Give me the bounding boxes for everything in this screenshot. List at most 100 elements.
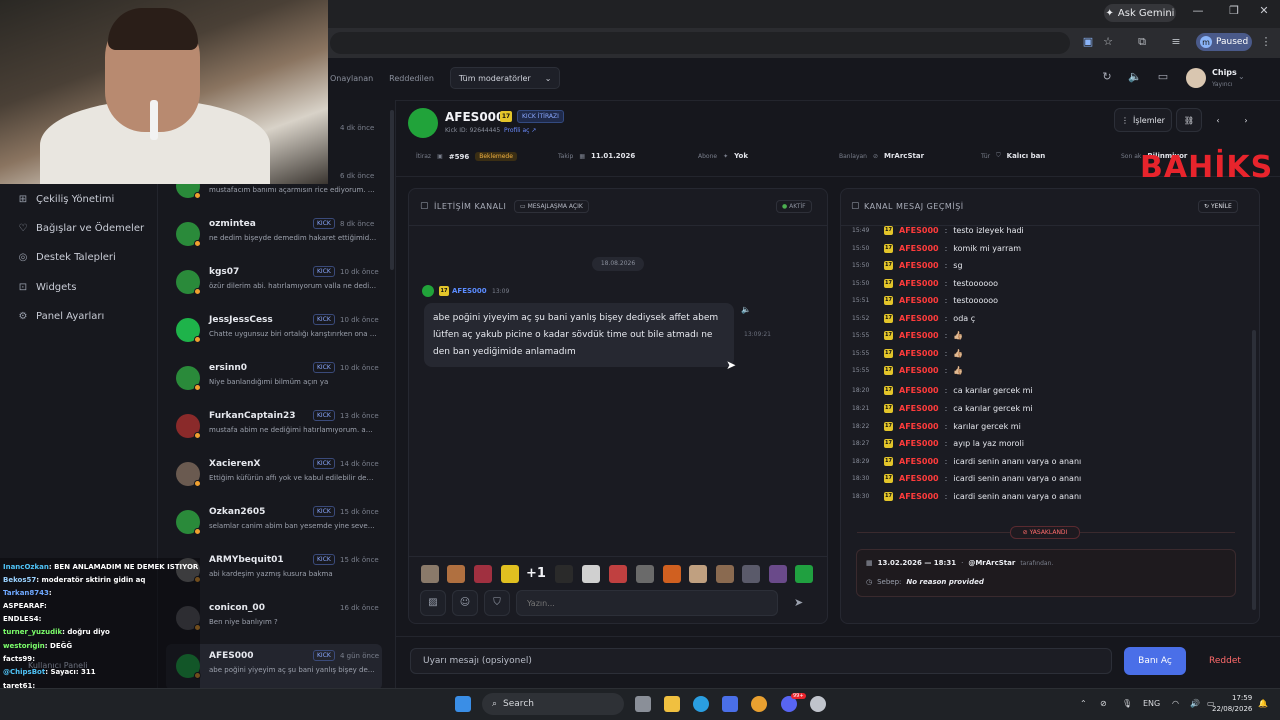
emote-more-count[interactable]: +1 (526, 566, 546, 581)
chevron-down-icon[interactable]: ⌄ (1238, 72, 1245, 81)
appeal-time: 13 dk önce (340, 412, 379, 420)
language-indicator[interactable]: ENG (1143, 699, 1160, 708)
history-row: 15:55 17 AFES000: 👍🏼 (852, 366, 964, 375)
emote-icon[interactable] (609, 565, 627, 583)
file-explorer-icon[interactable] (664, 696, 680, 712)
list-scrollbar[interactable] (390, 110, 394, 270)
profile-paused-button[interactable]: m Paused (1196, 33, 1252, 51)
avatar (176, 270, 201, 295)
minimize-icon[interactable]: — (1188, 4, 1208, 22)
filter-approved-tab[interactable]: Onaylanan (330, 74, 373, 83)
list-item[interactable]: XacierenX KICK 14 dk önce Ettiğim küfürün a… (166, 452, 382, 498)
chat-icon[interactable]: ▭ (1154, 70, 1172, 88)
chrome-icon[interactable] (751, 696, 767, 712)
history-scrollbar[interactable] (1252, 330, 1256, 610)
emote-icon[interactable] (501, 565, 519, 583)
gift-icon: ⊞ (18, 193, 28, 205)
profile-name: AFES000 (445, 110, 505, 124)
list-item[interactable]: ozmintea KICK 8 dk önce ne dedim bişeyde de… (166, 212, 382, 258)
profile-link[interactable]: Profili aç (504, 127, 530, 134)
taskbar-search[interactable]: ⌕ Search (482, 693, 624, 715)
wifi-icon[interactable]: ◠ (1172, 699, 1179, 708)
reject-button[interactable]: Reddet (1196, 647, 1254, 675)
image-upload-button[interactable]: ▨ (420, 590, 446, 616)
emote-icon[interactable] (421, 565, 439, 583)
appeal-preview: özür dilerim abi. hatırlamıyorum valla n… (209, 282, 377, 290)
emote-icon[interactable] (769, 565, 787, 583)
sidebar-item-support[interactable]: ◎ Destek Talepleri (18, 249, 116, 265)
chevron-up-icon[interactable]: ⌃ (1080, 699, 1087, 708)
sidebar-item-donations[interactable]: ♡ Bağışlar ve Ödemeler (18, 220, 145, 236)
windows-start-icon[interactable] (455, 696, 471, 712)
emote-icon[interactable] (447, 565, 465, 583)
emote-icon[interactable] (582, 565, 600, 583)
store-icon[interactable] (722, 696, 738, 712)
network-off-icon[interactable]: ⊘ (1100, 699, 1107, 708)
shield-icon: ⛉ (996, 152, 1001, 159)
ask-gemini-button[interactable]: ✦ Ask Gemini (1104, 4, 1176, 22)
message-input[interactable] (516, 590, 778, 616)
sound-icon[interactable]: 🔈 (1126, 70, 1144, 88)
ban-info-line: ▦ 13.02.2026 — 18:31 · @MrArcStar tarafından… (866, 559, 1054, 567)
microphone-icon[interactable]: 🎙 (1122, 699, 1132, 708)
media-icon[interactable]: ≡ (1168, 35, 1184, 51)
gear-icon: ⚙ (18, 310, 28, 322)
clock-date[interactable]: 22/08/2026 (1212, 705, 1252, 713)
warning-input[interactable]: Uyarı mesajı (opsiyonel) (410, 648, 1112, 674)
emote-icon[interactable] (663, 565, 681, 583)
user-name: ersinn0 (209, 363, 248, 373)
previous-button[interactable]: ‹ (1206, 108, 1230, 132)
list-item[interactable]: JessJessCess KICK 10 dk önce Chatte uygunsu… (166, 308, 382, 354)
emote-icon[interactable] (689, 565, 707, 583)
user-name: conicon_00 (209, 603, 265, 613)
list-item[interactable]: ersinn0 KICK 10 dk önce Niye banlandığımi b… (166, 356, 382, 402)
refresh-button[interactable]: ↻ YENİLE (1198, 200, 1238, 213)
notifications-icon[interactable]: 🔔 (1258, 699, 1268, 708)
unban-button[interactable]: Banı Aç (1124, 647, 1186, 675)
list-item[interactable]: Ozkan2605 KICK 15 dk önce selamlar canim ab… (166, 500, 382, 546)
moderator-select[interactable]: Tüm moderatörler ⌄ (449, 67, 561, 89)
sidebar-item-settings[interactable]: ⚙ Panel Ayarları (18, 308, 105, 324)
app-icon[interactable] (810, 696, 826, 712)
history-user: AFES000 (899, 349, 939, 358)
emote-icon[interactable] (474, 565, 492, 583)
speaker-icon[interactable]: 🔈 (741, 305, 751, 314)
edge-icon[interactable] (693, 696, 709, 712)
history-row: 15:50 17 AFES000: testoooooo (852, 279, 999, 288)
actions-button[interactable]: ⋮ İşlemler (1114, 108, 1172, 132)
emote-icon[interactable] (742, 565, 760, 583)
emote-icon[interactable] (555, 565, 573, 583)
emote-icon[interactable] (716, 565, 734, 583)
close-icon[interactable]: ✕ (1254, 4, 1274, 22)
task-view-icon[interactable] (635, 696, 651, 712)
emoji-button[interactable]: ☺ (452, 590, 478, 616)
emote-icon[interactable] (636, 565, 654, 583)
chat-message: : (32, 655, 35, 663)
filter-rejected-tab[interactable]: Reddedilen (389, 74, 434, 83)
account-avatar[interactable] (1186, 68, 1206, 88)
extensions-icon[interactable]: ⧉ (1134, 35, 1150, 51)
avatar (176, 510, 201, 535)
address-bar[interactable] (330, 32, 1070, 54)
sidebar-item-widgets[interactable]: ⊡ Widgets (18, 279, 77, 295)
refresh-icon[interactable]: ↻ (1098, 70, 1116, 88)
more-menu-icon[interactable]: ⋮ (1258, 35, 1274, 51)
maximize-icon[interactable]: ❐ (1224, 4, 1244, 22)
list-item[interactable]: kgs07 KICK 10 dk önce özür dilerim abi. hat… (166, 260, 382, 306)
copy-link-button[interactable]: ⛓ (1176, 108, 1202, 132)
clock-time[interactable]: 17:59 (1232, 694, 1252, 702)
moderation-button[interactable]: ⛉ (484, 590, 510, 616)
translate-icon[interactable]: ▣ (1080, 35, 1096, 51)
appeal-time: 15 dk önce (340, 508, 379, 516)
chat-line: InancOzkan: BEN ANLAMADIM NE DEMEK ISTIY… (3, 563, 198, 571)
emote-icon[interactable] (795, 565, 813, 583)
sidebar-item-giveaway[interactable]: ⊞ Çekiliş Yönetimi (18, 191, 114, 207)
level-badge: 17 (884, 492, 893, 501)
level-badge: 17 (884, 366, 893, 375)
appeal-preview: mustafa abim ne dediğimi hatırlamıyorum.… (209, 426, 377, 434)
send-icon[interactable]: ➤ (794, 596, 803, 609)
next-button[interactable]: › (1234, 108, 1258, 132)
bookmark-star-icon[interactable]: ☆ (1100, 35, 1116, 51)
volume-icon[interactable]: 🔊 (1190, 699, 1200, 708)
list-item[interactable]: FurkanCaptain23 KICK 13 dk önce mustafa abi… (166, 404, 382, 450)
